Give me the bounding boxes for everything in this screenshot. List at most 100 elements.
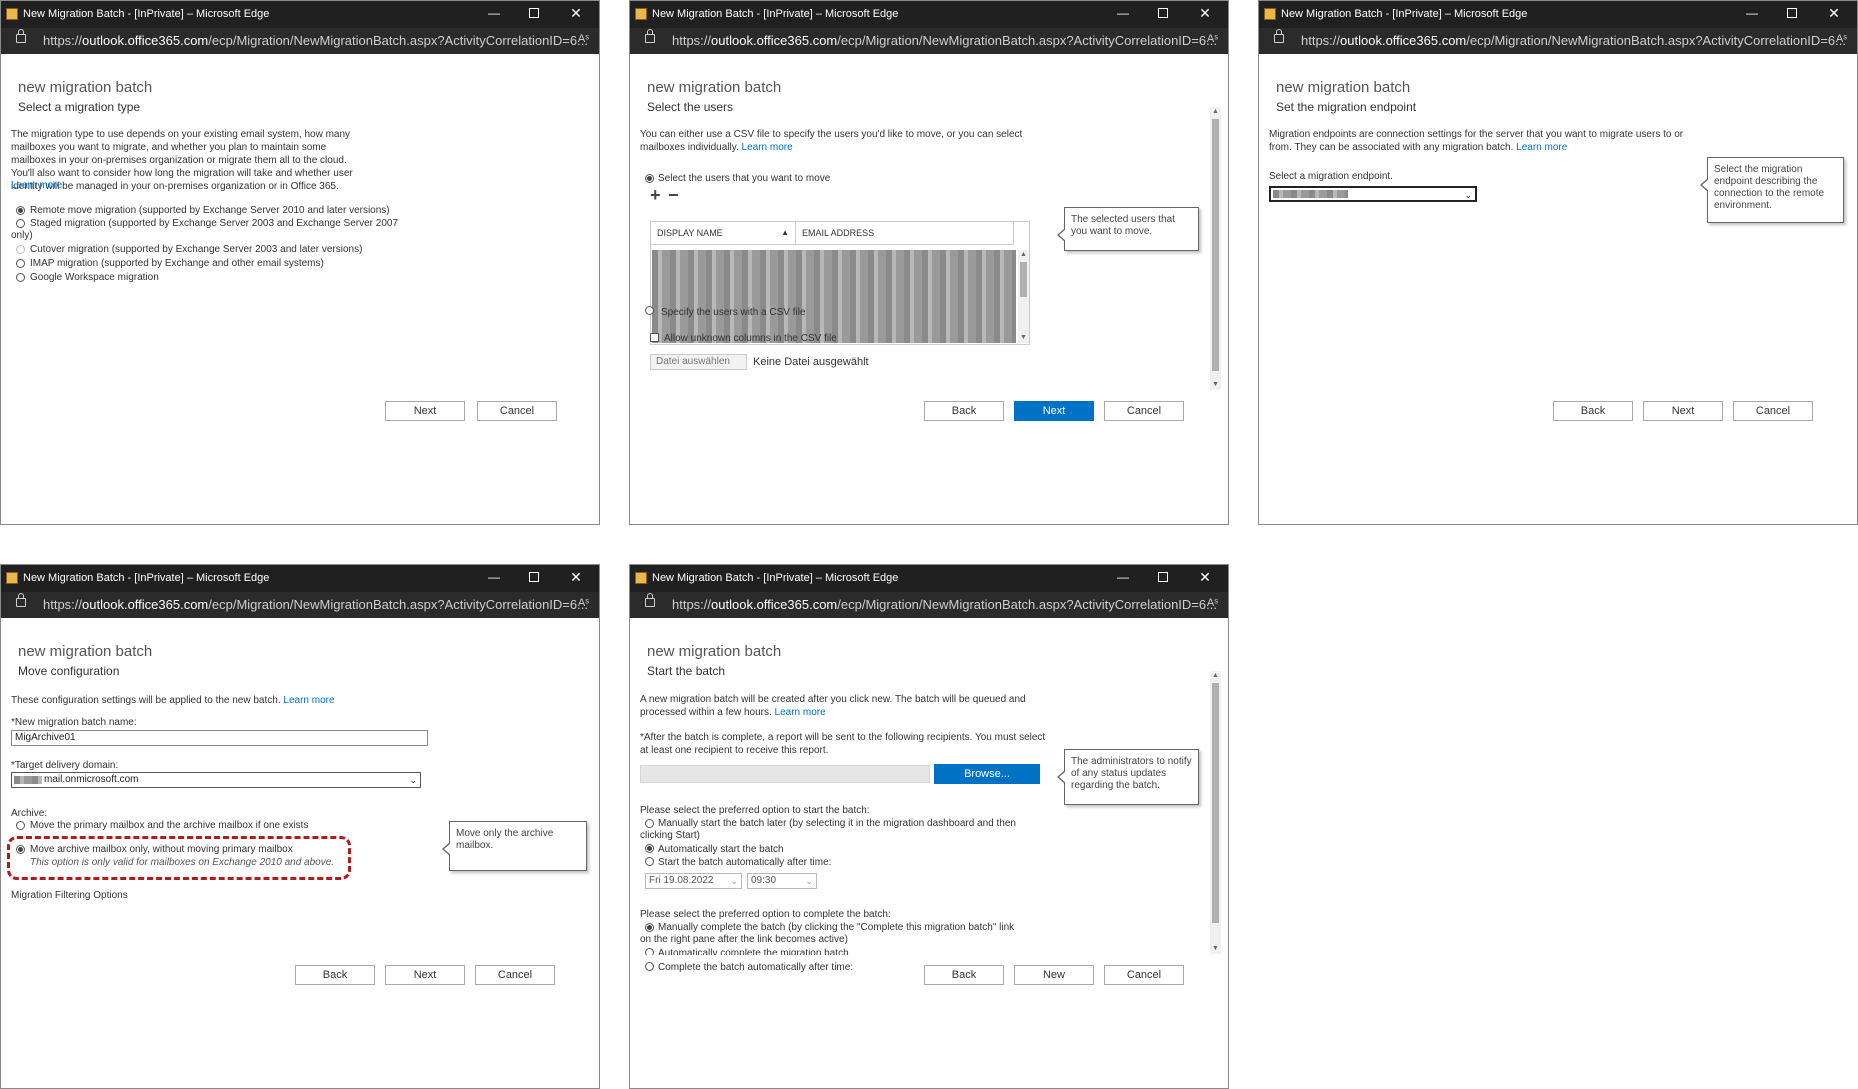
learn-more-link[interactable]: Learn more: [11, 180, 62, 191]
url-text[interactable]: https://outlook.office365.com/ecp/Migrat…: [43, 597, 588, 612]
delivery-domain-select[interactable]: mail.onmicrosoft.com ⌄: [11, 772, 421, 788]
radio-imap[interactable]: [16, 259, 25, 268]
read-aloud-icon[interactable]: Aˢ: [578, 33, 589, 45]
cancel-button[interactable]: Cancel: [475, 965, 555, 985]
url-path: /ecp/Migration/NewMigrationBatch.aspx?Ac…: [208, 33, 588, 48]
minimize-button[interactable]: —: [1745, 6, 1759, 20]
exchange-favicon-icon: [635, 8, 647, 20]
read-aloud-icon[interactable]: Aˢ: [1207, 33, 1218, 45]
remove-icon[interactable]: −: [668, 185, 679, 206]
page-scrollbar[interactable]: ▲ ▼: [1210, 671, 1221, 954]
maximize-button[interactable]: [1785, 6, 1799, 20]
start-time-value: 09:30: [751, 875, 777, 886]
radio-move-primary-and-archive[interactable]: [16, 821, 25, 830]
back-button[interactable]: Back: [1553, 401, 1633, 421]
address-bar[interactable]: https://outlook.office365.com/ecp/Migrat…: [1, 28, 599, 54]
next-button[interactable]: Next: [385, 965, 465, 985]
read-aloud-icon[interactable]: Aˢ: [1836, 33, 1847, 45]
sort-ascending-icon: ▲: [781, 228, 789, 237]
start-date-select[interactable]: Fri 19.08.2022 ⌄: [645, 873, 742, 889]
radio-staged[interactable]: [16, 219, 25, 228]
read-aloud-icon[interactable]: Aˢ: [578, 597, 589, 609]
close-button[interactable]: ✕: [569, 570, 583, 584]
close-button[interactable]: ✕: [569, 6, 583, 20]
url-prefix: https://: [43, 597, 83, 612]
address-bar[interactable]: https://outlook.office365.com/ecp/Migrat…: [1259, 28, 1857, 54]
back-button[interactable]: Back: [924, 401, 1004, 421]
radio-manual-start[interactable]: [645, 819, 654, 828]
close-button[interactable]: ✕: [1198, 6, 1212, 20]
column-header-display-name[interactable]: DISPLAY NAME ▲: [651, 222, 796, 245]
radio-archive-only[interactable]: [16, 845, 25, 854]
page-content: new migration batch Move configuration T…: [1, 618, 599, 1088]
url-text[interactable]: https://outlook.office365.com/ecp/Migrat…: [1301, 33, 1846, 48]
url-text[interactable]: https://outlook.office365.com/ecp/Migrat…: [672, 597, 1217, 612]
page-scrollbar[interactable]: ▲ ▼: [1210, 107, 1221, 390]
maximize-button[interactable]: [527, 570, 541, 584]
next-button[interactable]: Next: [1014, 401, 1094, 421]
browse-button[interactable]: Browse...: [934, 764, 1040, 784]
window-select-users: New Migration Batch - [InPrivate] – Micr…: [629, 0, 1229, 525]
start-batch-label: Please select the preferred option to st…: [640, 805, 870, 816]
url-text[interactable]: https://outlook.office365.com/ecp/Migrat…: [672, 33, 1217, 48]
url-text[interactable]: https://outlook.office365.com/ecp/Migrat…: [43, 33, 588, 48]
minimize-button[interactable]: —: [487, 6, 501, 20]
radio-auto-start[interactable]: [645, 844, 654, 853]
checkbox-allow-unknown[interactable]: [650, 333, 659, 342]
close-button[interactable]: ✕: [1198, 570, 1212, 584]
label-manual-start-cont: clicking Start): [640, 830, 701, 841]
callout-endpoint: Select the migration endpoint describing…: [1700, 157, 1844, 223]
cancel-button[interactable]: Cancel: [1104, 965, 1184, 985]
minimize-button[interactable]: —: [1116, 6, 1130, 20]
cancel-button[interactable]: Cancel: [1104, 401, 1184, 421]
maximize-button[interactable]: [1156, 6, 1170, 20]
start-date-value: Fri 19.08.2022: [649, 875, 714, 886]
column-header-email[interactable]: EMAIL ADDRESS: [796, 222, 1014, 245]
address-bar[interactable]: https://outlook.office365.com/ecp/Migrat…: [1, 592, 599, 618]
radio-google[interactable]: [16, 273, 25, 282]
back-button[interactable]: Back: [295, 965, 375, 985]
radio-start-after-time[interactable]: [645, 857, 654, 866]
label-cutover: Cutover migration (supported by Exchange…: [30, 244, 363, 255]
radio-remote-move[interactable]: [16, 206, 25, 215]
minimize-button[interactable]: —: [487, 570, 501, 584]
radio-complete-after-time[interactable]: [645, 962, 654, 971]
column-display-name-label: DISPLAY NAME: [657, 228, 723, 238]
endpoint-select[interactable]: ⌄: [1269, 186, 1477, 202]
cancel-button[interactable]: Cancel: [1733, 401, 1813, 421]
window-select-migration-type: New Migration Batch - [InPrivate] – Micr…: [0, 0, 600, 525]
close-button[interactable]: ✕: [1827, 6, 1841, 20]
address-bar[interactable]: https://outlook.office365.com/ecp/Migrat…: [630, 592, 1228, 618]
table-scrollbar[interactable]: ▲ ▼: [1018, 250, 1029, 343]
choose-file-button[interactable]: Datei auswählen: [650, 354, 747, 370]
back-button[interactable]: Back: [924, 965, 1004, 985]
url-host: outlook.office365.com: [82, 597, 209, 612]
next-button[interactable]: Next: [385, 401, 465, 421]
learn-more-link[interactable]: Learn more: [283, 695, 334, 706]
new-button[interactable]: New: [1014, 965, 1094, 985]
radio-csv[interactable]: [645, 306, 654, 315]
batch-name-input[interactable]: MigArchive01: [11, 730, 428, 746]
recipients-field[interactable]: [640, 765, 930, 783]
filtering-options-label[interactable]: Migration Filtering Options: [11, 890, 128, 901]
next-button[interactable]: Next: [1643, 401, 1723, 421]
learn-more-link[interactable]: Learn more: [1516, 142, 1567, 153]
radio-select-users[interactable]: [645, 174, 654, 183]
chevron-down-icon: ⌄: [730, 876, 738, 886]
radio-manual-complete[interactable]: [645, 923, 654, 932]
minimize-button[interactable]: —: [1116, 570, 1130, 584]
address-bar[interactable]: https://outlook.office365.com/ecp/Migrat…: [630, 28, 1228, 54]
chevron-down-icon: ⌄: [409, 775, 417, 785]
maximize-button[interactable]: [527, 6, 541, 20]
window-move-configuration: New Migration Batch - [InPrivate] – Micr…: [0, 564, 600, 1089]
radio-cutover[interactable]: [16, 245, 25, 254]
read-aloud-icon[interactable]: Aˢ: [1207, 597, 1218, 609]
cancel-button[interactable]: Cancel: [477, 401, 557, 421]
add-icon[interactable]: +: [650, 185, 661, 206]
callout-archive-only: Move only the archive mailbox.: [442, 821, 587, 871]
learn-more-link[interactable]: Learn more: [742, 142, 793, 153]
maximize-button[interactable]: [1156, 570, 1170, 584]
window-title: New Migration Batch - [InPrivate] – Micr…: [652, 8, 899, 20]
start-time-select[interactable]: 09:30 ⌄: [747, 873, 817, 889]
learn-more-link[interactable]: Learn more: [775, 707, 826, 718]
